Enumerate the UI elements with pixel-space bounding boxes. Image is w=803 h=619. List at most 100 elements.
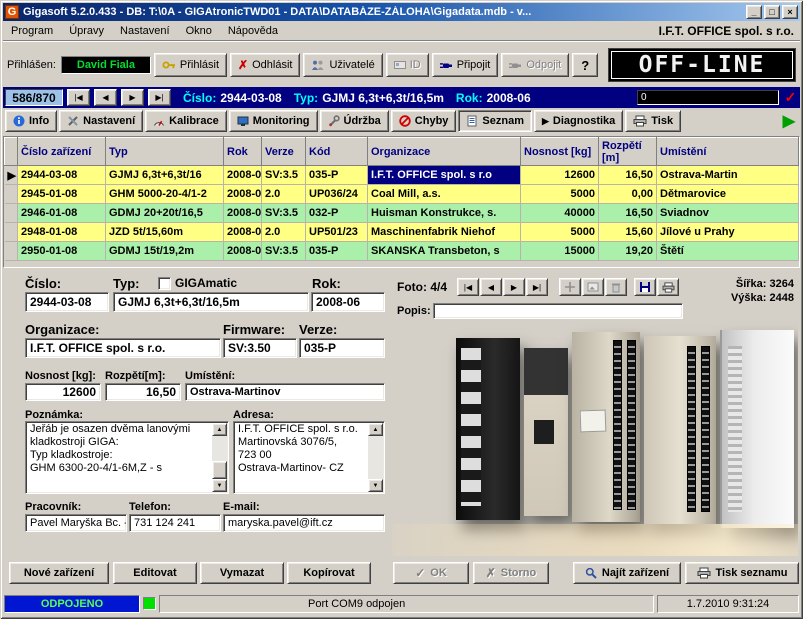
photo-print-button[interactable] <box>657 278 679 296</box>
grid-cell: 2948-01-08 <box>18 223 106 242</box>
verze-field[interactable]: 035-P <box>299 338 385 358</box>
menu-napoveda[interactable]: Nápověda <box>220 23 286 39</box>
email-field[interactable]: maryska.pavel@ift.cz <box>223 514 385 532</box>
disconnect-button[interactable]: Odpojit <box>501 53 569 77</box>
list-icon <box>466 115 478 127</box>
help-icon: ? <box>581 58 589 73</box>
table-row[interactable]: 2945-01-08 GHM 5000-20-4/1-2 2008-0 2.0 … <box>5 185 799 204</box>
photo-image-button[interactable] <box>582 278 604 296</box>
find-device-button[interactable]: Najít zařízení <box>573 562 681 584</box>
typ-field[interactable]: GJMJ 6,3t+6,3t/16,5m <box>113 292 309 312</box>
copy-button[interactable]: Kopírovat <box>287 562 371 584</box>
photo-first-button[interactable]: |◀ <box>457 278 479 296</box>
tab-udrzba[interactable]: Údržba <box>320 110 389 132</box>
gigamatic-checkbox[interactable] <box>158 277 171 290</box>
col-header-nosnost[interactable]: Nosnost [kg] <box>521 138 599 166</box>
scroll-track[interactable] <box>368 436 383 479</box>
photo-paper-label <box>580 410 607 433</box>
tab-info[interactable]: Info <box>5 110 57 132</box>
help-button[interactable]: ? <box>572 53 598 77</box>
grid-cell: SV:3.5 <box>262 166 306 185</box>
maximize-button[interactable]: □ <box>764 5 780 19</box>
poznamka-memo[interactable]: Jeřáb je osazen dvěma lanovými kladkostr… <box>25 421 229 494</box>
print-list-button[interactable]: Tisk seznamu <box>685 562 799 584</box>
scroll-up-icon[interactable]: ▲ <box>368 423 383 436</box>
tab-seznam[interactable]: Seznam <box>458 110 532 132</box>
pracovnik-field[interactable]: Pavel Maryška Bc. - ř <box>25 514 127 532</box>
ok-button[interactable]: ✓ OK <box>393 562 469 584</box>
terminal-pins <box>687 346 696 512</box>
rok-field[interactable]: 2008-06 <box>311 292 385 312</box>
col-header-verze[interactable]: Verze <box>262 138 306 166</box>
new-device-button[interactable]: Nové zařízení <box>9 562 109 584</box>
connect-button[interactable]: Připojit <box>432 53 499 77</box>
scroll-down-icon[interactable]: ▼ <box>212 479 227 492</box>
poznamka-scrollbar[interactable]: ▲ ▼ <box>212 423 227 492</box>
scroll-down-icon[interactable]: ▼ <box>368 479 383 492</box>
nosnost-field[interactable]: 12600 <box>25 383 101 401</box>
photo-delete-button[interactable] <box>605 278 627 296</box>
tab-diagnostika[interactable]: ▶ Diagnostika <box>534 110 623 132</box>
photo-prev-button[interactable]: ◀ <box>480 278 502 296</box>
col-header-rok[interactable]: Rok <box>224 138 262 166</box>
scroll-thumb[interactable] <box>212 461 227 479</box>
col-header-rozpeti[interactable]: Rozpětí [m] <box>599 138 657 166</box>
tab-chyby[interactable]: Chyby <box>391 110 457 132</box>
users-button[interactable]: Uživatelé <box>303 53 382 77</box>
delete-button[interactable]: Vymazat <box>200 562 284 584</box>
firmware-field[interactable]: SV:3.50 <box>223 338 297 358</box>
first-record-button[interactable]: |◀ <box>67 89 90 106</box>
tab-tisk[interactable]: Tisk <box>625 110 681 132</box>
menu-okno[interactable]: Okno <box>178 23 220 39</box>
prev-record-button[interactable]: ◀ <box>94 89 117 106</box>
telefon-field[interactable]: 731 124 241 <box>129 514 221 532</box>
tab-monitoring[interactable]: Monitoring <box>229 110 318 132</box>
tab-kalibrace[interactable]: Kalibrace <box>145 110 227 132</box>
scroll-up-icon[interactable]: ▲ <box>212 423 227 436</box>
rozpeti-field[interactable]: 16,50 <box>105 383 181 401</box>
col-header-umisteni[interactable]: Umístění <box>657 138 799 166</box>
id-button[interactable]: ID <box>386 53 429 77</box>
next-record-button[interactable]: ▶ <box>121 89 144 106</box>
cancel-button[interactable]: ✗ Storno <box>473 562 549 584</box>
run-arrow-icon[interactable]: ▶ <box>783 111 798 131</box>
umisteni-field[interactable]: Ostrava-Martinov <box>185 383 385 401</box>
col-header-organizace[interactable]: Organizace <box>368 138 521 166</box>
trash-icon <box>610 281 622 293</box>
minimize-button[interactable]: _ <box>746 5 762 19</box>
tab-nastaveni[interactable]: Nastavení <box>59 110 143 132</box>
photo-save-button[interactable] <box>634 278 656 296</box>
col-header-kod[interactable]: Kód <box>306 138 368 166</box>
terminal-pins <box>701 346 710 512</box>
logout-label: Odhlásit <box>252 59 292 71</box>
menu-upravy[interactable]: Úpravy <box>61 23 112 39</box>
close-button[interactable]: × <box>782 5 798 19</box>
grid-cell: 2945-01-08 <box>18 185 106 204</box>
titlebar[interactable]: G Gigasoft 5.2.0.433 - DB: T:\0A - GIGAt… <box>3 3 800 21</box>
logout-button[interactable]: ✗ Odhlásit <box>230 53 300 77</box>
col-header-cislo[interactable]: Číslo zařízení <box>18 138 106 166</box>
scroll-track[interactable] <box>212 436 227 461</box>
table-row[interactable]: 2948-01-08 JZD 5t/15,60m 2008-0 2.0 UP50… <box>5 223 799 242</box>
adresa-memo[interactable]: I.F.T. OFFICE spol. s r.o. Martinovská 3… <box>233 421 385 494</box>
table-row[interactable]: 2950-01-08 GDMJ 15t/19,2m 2008-0 SV:3.5 … <box>5 242 799 261</box>
menu-program[interactable]: Program <box>3 23 61 39</box>
organizace-field[interactable]: I.F.T. OFFICE spol. s r.o. <box>25 338 221 358</box>
last-record-button[interactable]: ▶| <box>148 89 171 106</box>
table-row[interactable]: 2946-01-08 GDMJ 20+20t/16,5 2008-0 SV:3.… <box>5 204 799 223</box>
login-button[interactable]: Přihlásit <box>154 53 227 77</box>
detail-form: Číslo: Typ: GIGAmatic Rok: 2944-03-08 GJ… <box>3 270 391 558</box>
popis-input[interactable] <box>433 303 683 319</box>
adresa-scrollbar[interactable]: ▲ ▼ <box>368 423 383 492</box>
edit-button[interactable]: Editovat <box>113 562 197 584</box>
table-row-selected[interactable]: ▶ 2944-03-08 GJMJ 6,3t+6,3t/16 2008-0 SV… <box>5 166 799 185</box>
col-header-typ[interactable]: Typ <box>106 138 224 166</box>
photo-last-button[interactable]: ▶| <box>526 278 548 296</box>
grid-cell: 035-P <box>306 242 368 261</box>
grid-cell: 15,60 <box>599 223 657 242</box>
cislo-field[interactable]: 2944-03-08 <box>25 292 109 312</box>
menu-nastaveni[interactable]: Nastavení <box>112 23 178 39</box>
photo-fit-button[interactable] <box>559 278 581 296</box>
photo-next-button[interactable]: ▶ <box>503 278 525 296</box>
gauge-icon <box>153 116 165 127</box>
